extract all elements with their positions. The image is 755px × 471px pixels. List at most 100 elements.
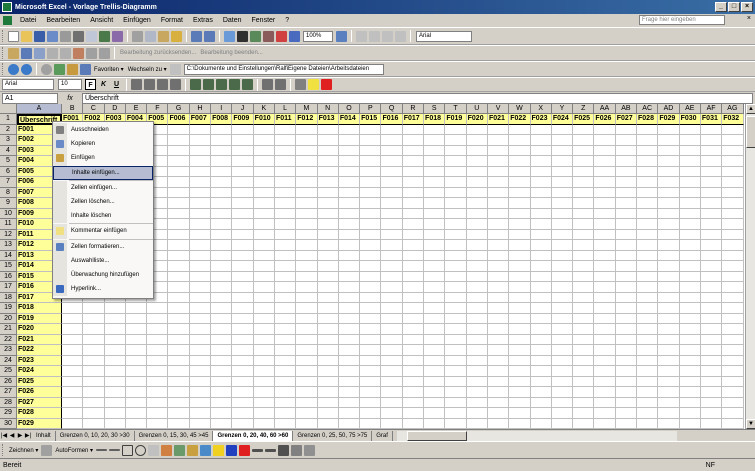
cell[interactable] (360, 408, 382, 419)
context-menu-item[interactable]: Überwachung hinzufügen (53, 267, 153, 283)
cell[interactable] (487, 324, 510, 335)
cell[interactable] (722, 271, 744, 282)
cell[interactable] (445, 366, 467, 377)
cell[interactable] (338, 334, 361, 345)
cell[interactable] (658, 177, 680, 188)
cell[interactable] (530, 313, 552, 324)
cell[interactable] (679, 135, 701, 146)
cell[interactable] (509, 376, 531, 387)
cell[interactable] (445, 324, 467, 335)
cell[interactable] (466, 397, 488, 408)
cell[interactable] (381, 261, 403, 272)
cell[interactable] (466, 366, 488, 377)
cell[interactable] (338, 366, 361, 377)
cell[interactable] (551, 250, 574, 261)
header-cell[interactable]: F031 (700, 114, 723, 125)
print-icon[interactable] (73, 30, 84, 42)
column-header-o[interactable]: O (338, 104, 361, 114)
cell[interactable] (722, 282, 744, 293)
cell[interactable] (509, 135, 531, 146)
cell[interactable] (700, 208, 723, 219)
cell[interactable] (658, 124, 680, 135)
cell[interactable] (360, 145, 382, 156)
cell[interactable] (509, 219, 531, 230)
cell[interactable] (509, 124, 531, 135)
cell[interactable] (189, 418, 212, 429)
cell[interactable] (424, 376, 446, 387)
cell[interactable] (509, 397, 531, 408)
cell[interactable] (573, 366, 595, 377)
cell[interactable] (466, 240, 488, 251)
cell[interactable] (402, 324, 425, 335)
cell[interactable] (338, 418, 361, 429)
cell[interactable] (338, 345, 361, 356)
cell[interactable] (104, 408, 126, 419)
cell[interactable] (168, 334, 190, 345)
cell[interactable] (381, 387, 403, 398)
cell[interactable] (594, 135, 616, 146)
cell[interactable] (530, 156, 552, 167)
cell[interactable] (232, 303, 254, 314)
increase-decimal-icon[interactable] (229, 79, 240, 90)
cell[interactable] (296, 271, 318, 282)
cell[interactable] (722, 135, 744, 146)
cell[interactable] (125, 334, 148, 345)
cell[interactable] (360, 292, 382, 303)
clipart-icon[interactable] (187, 444, 199, 456)
cell[interactable] (296, 366, 318, 377)
font-color-icon[interactable] (321, 79, 332, 90)
cell[interactable] (658, 387, 680, 398)
context-menu-item[interactable]: Auswahlliste... (53, 253, 153, 268)
row-header[interactable]: 26 (0, 376, 17, 387)
column-header-ag[interactable]: AG (722, 104, 744, 114)
header-cell[interactable]: F008 (211, 114, 233, 125)
cell[interactable] (62, 313, 84, 324)
cell[interactable] (700, 219, 723, 230)
cell[interactable] (253, 324, 275, 335)
cell[interactable] (83, 303, 105, 314)
cell[interactable] (530, 208, 552, 219)
cell[interactable] (317, 240, 339, 251)
cell[interactable] (594, 355, 616, 366)
cell[interactable] (83, 387, 105, 398)
header-cell[interactable]: F018 (424, 114, 446, 125)
font-size-select[interactable]: 10 (58, 79, 82, 90)
cell[interactable] (360, 166, 382, 177)
cell[interactable] (615, 271, 638, 282)
cell[interactable] (615, 376, 638, 387)
cell[interactable] (168, 166, 190, 177)
cell[interactable] (147, 408, 169, 419)
cell[interactable] (402, 387, 425, 398)
context-menu-item[interactable]: Zellen löschen... (53, 194, 153, 210)
cell[interactable] (253, 345, 275, 356)
cell[interactable] (296, 282, 318, 293)
cell[interactable] (637, 219, 659, 230)
row-header[interactable]: 7 (0, 177, 17, 188)
cell[interactable] (637, 376, 659, 387)
cell[interactable] (317, 177, 339, 188)
cell[interactable] (274, 366, 297, 377)
cell[interactable] (402, 208, 425, 219)
cell[interactable] (296, 324, 318, 335)
cell[interactable] (509, 345, 531, 356)
cell[interactable] (381, 418, 403, 429)
line-color-icon[interactable] (226, 444, 238, 456)
cell[interactable] (509, 156, 531, 167)
cell[interactable] (211, 292, 233, 303)
header-cell[interactable]: F012 (296, 114, 318, 125)
cell[interactable] (509, 240, 531, 251)
cell[interactable] (551, 187, 574, 198)
cell[interactable] (551, 366, 574, 377)
cell[interactable] (274, 408, 297, 419)
cell[interactable] (253, 135, 275, 146)
cell[interactable] (274, 166, 297, 177)
cell[interactable] (530, 376, 552, 387)
cell[interactable] (211, 408, 233, 419)
cell[interactable] (658, 156, 680, 167)
cell[interactable] (573, 303, 595, 314)
cell[interactable] (509, 229, 531, 240)
column-header-ac[interactable]: AC (637, 104, 659, 114)
cell[interactable] (381, 124, 403, 135)
sheet-tab[interactable]: Grenzen 0, 15, 30, 45 >45 (134, 430, 214, 441)
cell[interactable] (62, 345, 84, 356)
